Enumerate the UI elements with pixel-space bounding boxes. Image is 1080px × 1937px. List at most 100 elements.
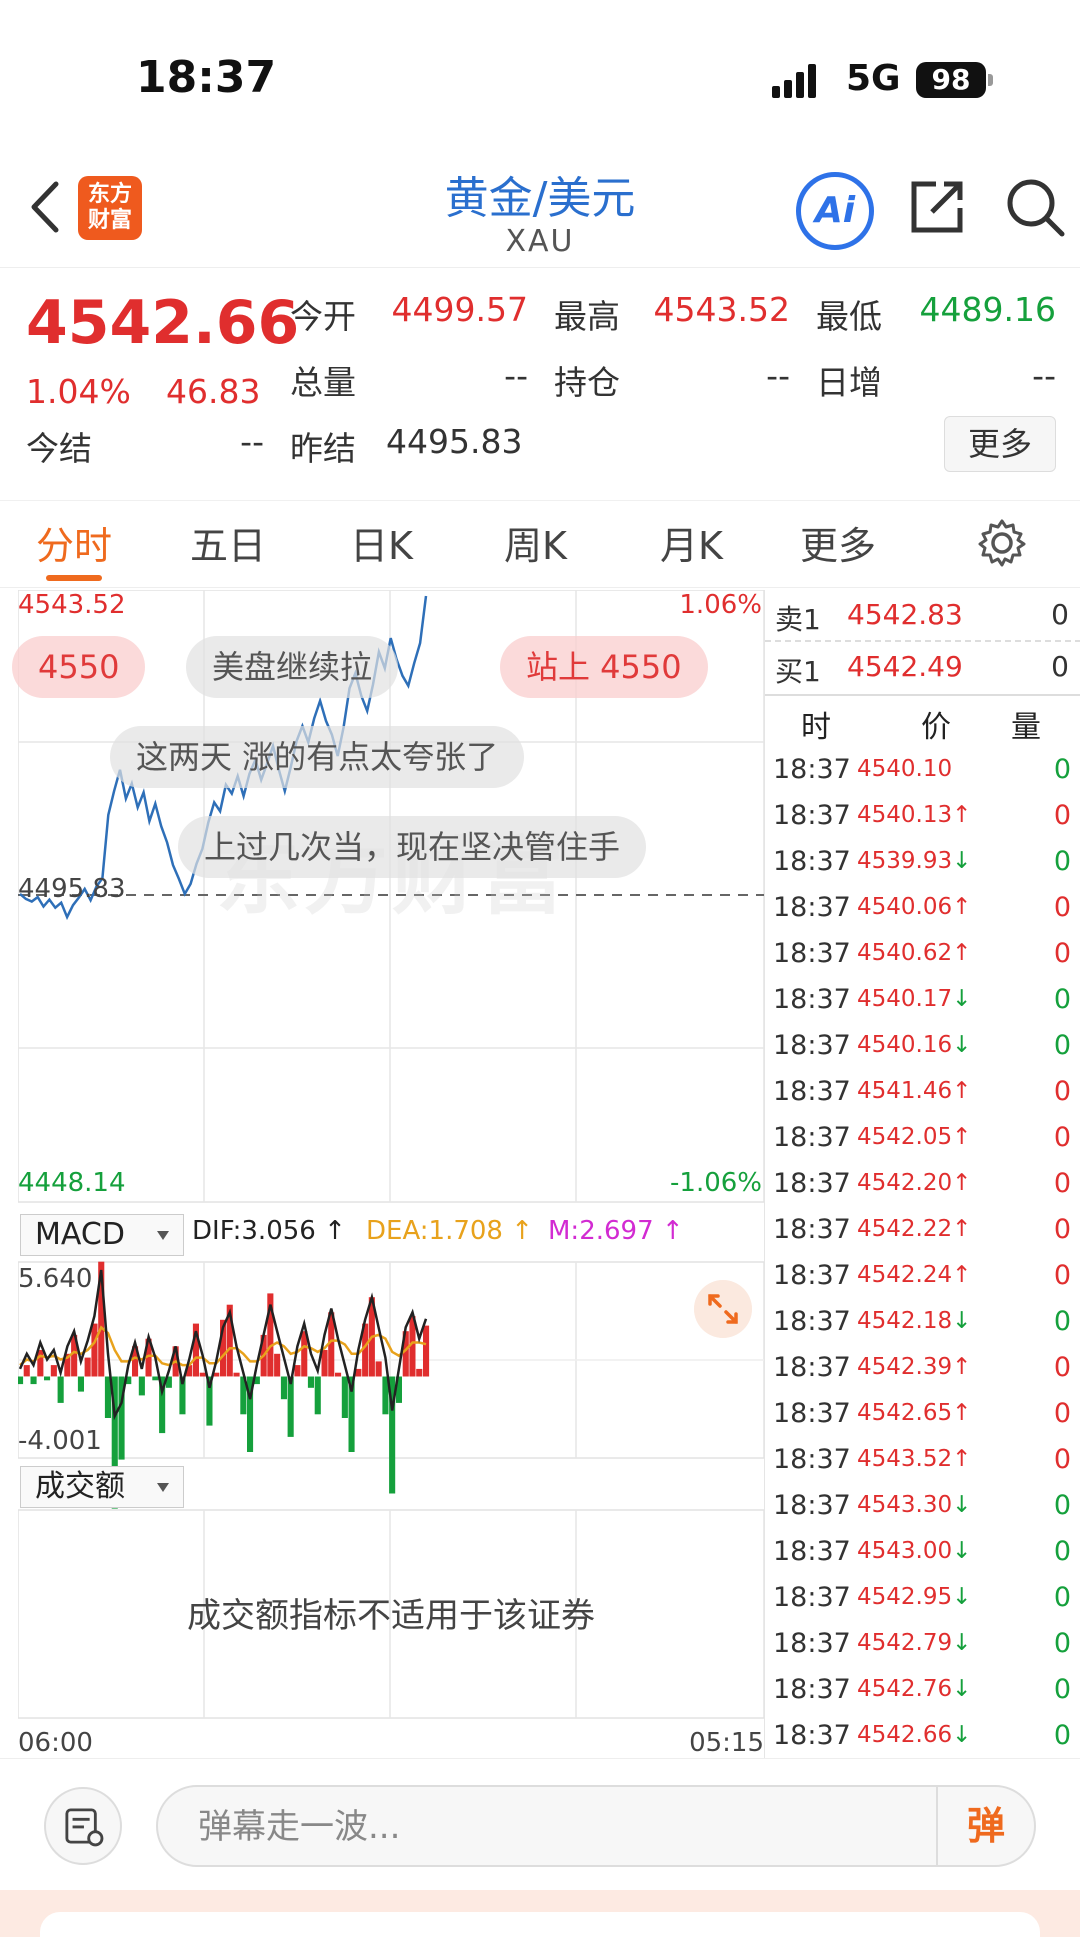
tick-row: 18:37 4543.52↑ 0 — [765, 1438, 1080, 1484]
low-label: 最低 — [816, 297, 882, 336]
tick-time: 18:37 — [773, 1306, 851, 1337]
ticks-header: 时 价 量 — [765, 694, 1080, 746]
tick-direction-arrow: ↑ — [952, 802, 972, 828]
tick-row: 18:37 4540.13↑ 0 — [765, 794, 1080, 840]
tab-weekly-k[interactable]: 周K — [504, 515, 567, 570]
ai-button[interactable]: Ai — [796, 172, 874, 250]
danmu-input[interactable] — [198, 1801, 878, 1853]
tick-volume: 0 — [1053, 1306, 1071, 1337]
macd-header: MACD DIF:3.056 ↑ DEA:1.708 ↑ M:2.697 ↑ — [18, 1210, 764, 1264]
x-start-label: 06:00 — [18, 1728, 93, 1758]
volume-value: -- — [504, 356, 528, 395]
tab-more[interactable]: 更多 — [800, 515, 876, 570]
tick-price: 4541.46↑ — [857, 1078, 972, 1104]
chevron-down-icon — [157, 1231, 169, 1240]
ref-price-label: 4495.83 — [18, 874, 126, 904]
tick-time: 18:37 — [773, 1444, 851, 1475]
volume-indicator-label: 成交额 — [35, 1469, 125, 1504]
tick-price: 4543.30↓ — [857, 1492, 972, 1518]
pct-min-label: -1.06% — [670, 1168, 762, 1198]
macd-histogram-bar — [307, 1376, 314, 1388]
tick-volume: 0 — [1053, 1214, 1071, 1245]
more-button[interactable]: 更多 — [944, 416, 1056, 472]
tick-volume: 0 — [1053, 1444, 1071, 1475]
tick-time: 18:37 — [773, 1214, 851, 1245]
tick-price: 4542.39↑ — [857, 1354, 972, 1380]
order-book-bid: 买1 4542.49 0 — [765, 642, 1080, 694]
status-time: 18:37 — [136, 52, 277, 103]
bid-qty: 0 — [1051, 650, 1069, 683]
tick-volume: 0 — [1053, 1536, 1071, 1567]
tick-price: 4542.76↓ — [857, 1676, 972, 1702]
send-danmu-button[interactable]: 弹 — [936, 1785, 1034, 1867]
tick-direction-arrow: ↓ — [952, 1492, 972, 1518]
tick-price: 4542.05↑ — [857, 1124, 972, 1150]
y-min-label: 4448.14 — [18, 1168, 126, 1198]
expand-icon[interactable] — [694, 1280, 752, 1338]
tick-price: 4543.52↑ — [857, 1446, 972, 1472]
tick-volume: 0 — [1053, 1720, 1071, 1751]
battery-tip — [988, 74, 993, 86]
tick-row: 18:37 4539.93↓ 0 — [765, 840, 1080, 886]
tick-time: 18:37 — [773, 1398, 851, 1429]
search-icon[interactable] — [1004, 176, 1066, 238]
tick-direction-arrow: ↓ — [952, 1032, 972, 1058]
order-book-ask: 卖1 4542.83 0 — [765, 590, 1080, 642]
tick-row: 18:37 4542.79↓ 0 — [765, 1622, 1080, 1668]
macd-histogram-bar — [152, 1376, 159, 1381]
macd-histogram-bar — [199, 1372, 206, 1377]
tick-price: 4542.79↓ — [857, 1630, 972, 1656]
macd-histogram-bar — [341, 1376, 348, 1418]
tab-five-day[interactable]: 五日 — [190, 515, 266, 570]
tab-intraday[interactable]: 分时 — [36, 515, 112, 570]
macd-dif: DIF:3.056 ↑ — [192, 1216, 346, 1246]
indicator-dropdown[interactable]: MACD — [20, 1214, 184, 1256]
tick-time: 18:37 — [773, 800, 851, 831]
tick-direction-arrow: ↑ — [952, 1400, 972, 1426]
macd-histogram-bar — [18, 1376, 24, 1385]
tick-price: 4542.22↑ — [857, 1216, 972, 1242]
tick-price: 4540.17↓ — [857, 986, 972, 1012]
macd-histogram-bar — [416, 1368, 423, 1377]
macd-histogram-bar — [280, 1376, 287, 1400]
nav-bar: 东方财富 黄金/美元 XAU Ai — [0, 150, 1080, 268]
settle-value: -- — [240, 422, 264, 461]
tick-price: 4542.24↑ — [857, 1262, 972, 1288]
daily-increase-label: 日增 — [816, 363, 882, 402]
volume-indicator-dropdown[interactable]: 成交额 — [20, 1466, 184, 1508]
tab-daily-k[interactable]: 日K — [350, 515, 413, 570]
tick-price: 4542.20↑ — [857, 1170, 972, 1196]
volume-label: 总量 — [290, 363, 356, 402]
ask-price: 4542.83 — [847, 598, 963, 631]
open-value: 4499.57 — [391, 290, 528, 329]
bid-label: 买1 — [775, 655, 821, 688]
tick-row: 18:37 4542.95↓ 0 — [765, 1576, 1080, 1622]
macd-dea: DEA:1.708 ↑ — [366, 1216, 534, 1246]
tick-row: 18:37 4542.22↑ 0 — [765, 1208, 1080, 1254]
tab-monthly-k[interactable]: 月K — [660, 515, 723, 570]
macd-histogram-bar — [44, 1376, 51, 1381]
intraday-chart[interactable]: 东方财富 4543.52 1.06% 4495.83 4448.14 -1.06… — [12, 590, 764, 1758]
gear-icon[interactable] — [976, 517, 1028, 569]
tick-time: 18:37 — [773, 1122, 851, 1153]
change-amount: 46.83 — [166, 372, 261, 411]
signal-icon — [772, 64, 816, 98]
chevron-down-icon — [157, 1483, 169, 1492]
low-value: 4489.16 — [919, 290, 1056, 329]
tick-row: 18:37 4540.06↑ 0 — [765, 886, 1080, 932]
last-price: 4542.66 — [26, 288, 300, 358]
tick-row: 18:37 4540.17↓ 0 — [765, 978, 1080, 1024]
high-value: 4543.52 — [653, 290, 790, 329]
macd-histogram-bar — [84, 1357, 91, 1377]
tick-direction-arrow: ↑ — [952, 1078, 972, 1104]
share-icon[interactable] — [906, 176, 968, 238]
tick-time: 18:37 — [773, 1352, 851, 1383]
macd-histogram-bar — [321, 1350, 328, 1377]
tick-row: 18:37 4542.20↑ 0 — [765, 1162, 1080, 1208]
danmu-input-bar: 弹 — [0, 1758, 1080, 1878]
danmu-settings-icon[interactable] — [44, 1787, 122, 1865]
tick-row: 18:37 4542.24↑ 0 — [765, 1254, 1080, 1300]
tick-price: 4543.00↓ — [857, 1538, 972, 1564]
macd-max-label: 5.640 — [18, 1264, 93, 1294]
tick-row: 18:37 4543.30↓ 0 — [765, 1484, 1080, 1530]
